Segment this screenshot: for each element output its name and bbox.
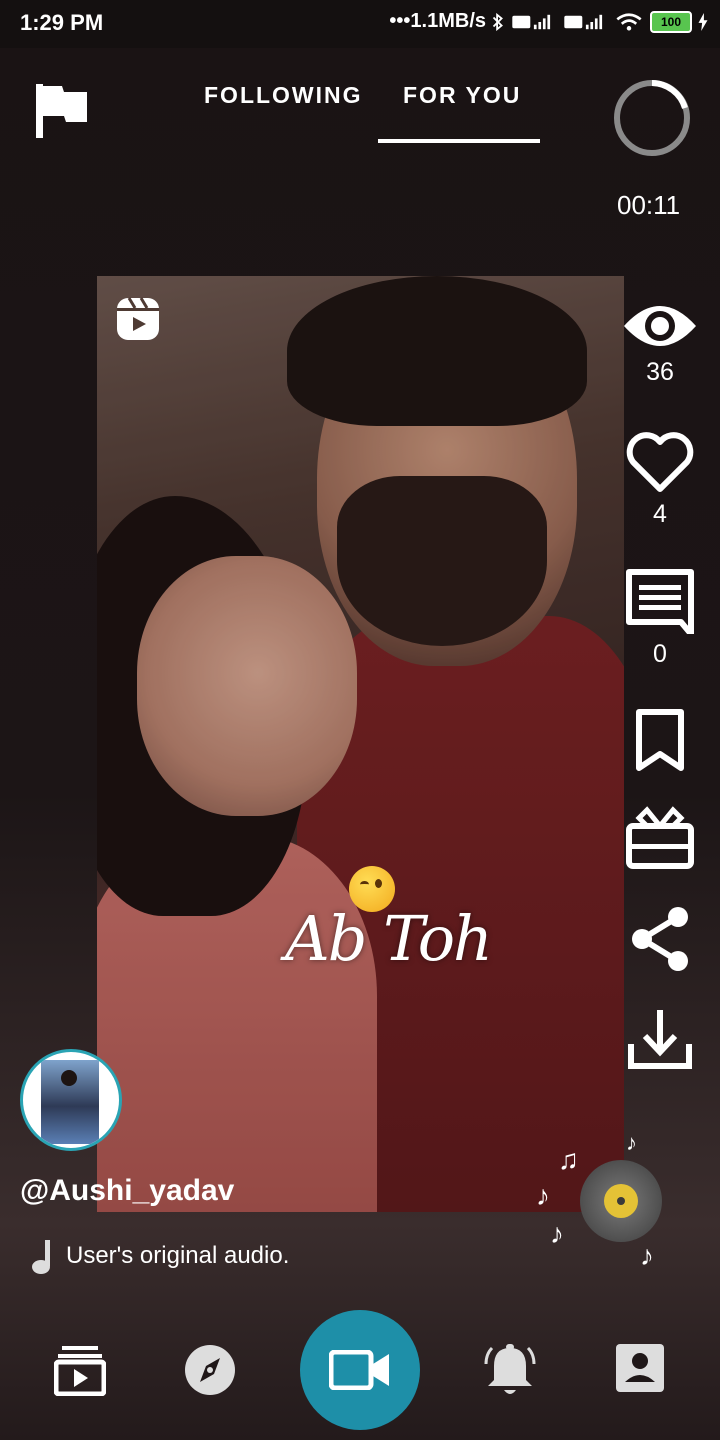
audio-info[interactable]: User's original audio.: [30, 1238, 289, 1274]
download-icon: [628, 1010, 692, 1069]
music-note-icon: ♪: [536, 1180, 550, 1211]
progress-ring-icon: [614, 80, 690, 156]
signal-icon-2: [564, 14, 603, 29]
heart-icon: [626, 432, 694, 492]
username[interactable]: @Aushi_yadav: [20, 1174, 234, 1208]
tab-for-you[interactable]: FOR YOU: [403, 82, 521, 109]
video-overlay-text: Ab Toh: [285, 902, 493, 975]
bottom-nav: [0, 1300, 720, 1440]
status-bar: 1:29 PM •••1.1MB/s 100: [0, 0, 720, 48]
share-icon: [632, 907, 688, 971]
status-icons: •••1.1MB/s 100: [389, 10, 708, 33]
music-note-icon: ♫: [558, 1144, 579, 1175]
tab-following[interactable]: FOLLOWING: [204, 82, 363, 109]
gift-icon: [626, 806, 694, 869]
disc-label: [604, 1184, 638, 1218]
avatar-image: [41, 1060, 99, 1144]
videos-icon[interactable]: [54, 1344, 106, 1396]
audio-title: User's original audio.: [66, 1242, 290, 1269]
gift-action[interactable]: [620, 806, 700, 870]
status-time: 1:29 PM: [20, 10, 104, 35]
battery-icon: 100: [650, 10, 692, 33]
record-video-icon: [329, 1350, 389, 1390]
reels-icon: [117, 297, 159, 340]
avatar[interactable]: [20, 1049, 122, 1151]
video-player[interactable]: Ab Toh: [97, 276, 624, 1212]
profile-icon[interactable]: [616, 1344, 664, 1392]
like-action[interactable]: 4: [620, 432, 700, 529]
music-note-icon: ♪: [550, 1218, 564, 1249]
likes-count: 4: [653, 500, 667, 528]
video-timer: 00:11: [617, 190, 681, 220]
comment-icon: [626, 569, 694, 634]
audio-disc[interactable]: ♫ ♪ ♪ ♪ ♪: [532, 1130, 682, 1280]
flag-icon[interactable]: [34, 82, 90, 140]
wifi-icon: [616, 12, 642, 31]
notifications-icon[interactable]: [484, 1344, 536, 1398]
charging-icon: [698, 12, 708, 31]
music-note-icon: ♪: [626, 1130, 637, 1155]
vinyl-disc-icon: [580, 1160, 662, 1242]
bookmark-icon: [636, 709, 684, 771]
download-action[interactable]: [620, 1008, 700, 1072]
active-tab-indicator: [378, 139, 540, 143]
share-action[interactable]: [620, 904, 700, 974]
comments-count: 0: [653, 640, 667, 668]
music-note-icon: ♪: [640, 1240, 654, 1271]
eye-icon: [624, 306, 696, 346]
bookmark-action[interactable]: [620, 708, 700, 774]
views-action[interactable]: 36: [620, 300, 700, 387]
music-note-icon: [32, 1240, 50, 1274]
signal-icon-1: [512, 14, 551, 29]
views-count: 36: [646, 358, 674, 386]
record-video-button[interactable]: [300, 1310, 420, 1430]
comment-action[interactable]: 0: [620, 568, 700, 669]
explore-icon[interactable]: [184, 1344, 236, 1396]
bluetooth-icon: [492, 12, 503, 31]
video-dim-overlay: [97, 276, 624, 1212]
top-nav: FOLLOWING FOR YOU 00:11: [0, 48, 720, 220]
network-speed: •••1.1MB/s: [389, 10, 486, 32]
